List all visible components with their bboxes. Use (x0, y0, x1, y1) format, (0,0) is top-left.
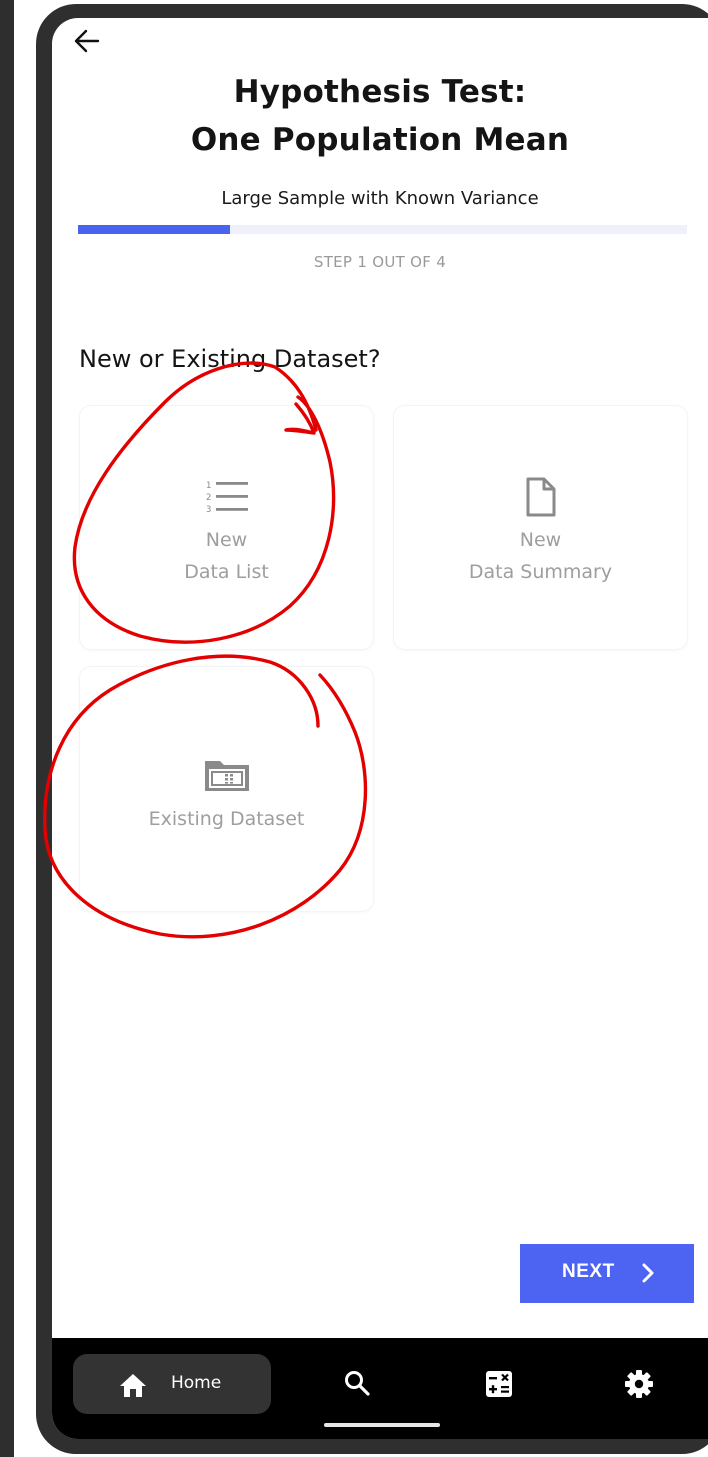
page-title-line-1: Hypothesis Test: (233, 74, 527, 110)
page-title-line-2: One Population Mean (190, 122, 570, 158)
gear-icon[interactable] (624, 1369, 654, 1403)
next-button[interactable]: NEXT (520, 1244, 694, 1303)
nav-item-home[interactable]: Home (73, 1354, 271, 1414)
home-indicator (324, 1423, 440, 1427)
search-icon[interactable] (344, 1370, 370, 1400)
app-screen: Hypothesis Test: One Population Mean Lar… (52, 18, 708, 1439)
progress-bar (78, 225, 687, 234)
option-label: Existing Dataset (148, 808, 305, 830)
background-gap (14, 0, 36, 1457)
adjacent-device-bezel (0, 0, 14, 1457)
option-card-new-data-list[interactable]: 1 2 3 New Data List (79, 405, 374, 650)
step-indicator: STEP 1 OUT OF 4 (313, 253, 447, 271)
calculator-icon[interactable] (485, 1370, 513, 1402)
svg-text:1: 1 (206, 481, 211, 491)
section-title: New or Existing Dataset? (79, 345, 381, 373)
svg-text:3: 3 (206, 505, 211, 515)
chevron-right-icon (641, 1262, 655, 1287)
option-card-existing-dataset[interactable]: Existing Dataset (79, 666, 374, 912)
progress-bar-fill (78, 225, 230, 234)
nav-item-home-label: Home (171, 1373, 222, 1393)
home-icon (118, 1372, 148, 1402)
numbered-list-icon: 1 2 3 (204, 478, 250, 520)
stage: Hypothesis Test: One Population Mean Lar… (0, 0, 708, 1457)
next-button-label: NEXT (562, 1261, 615, 1282)
back-arrow-icon[interactable] (72, 28, 102, 54)
bottom-navigation: Home (52, 1338, 708, 1439)
document-icon (525, 476, 557, 522)
svg-text:2: 2 (206, 493, 211, 503)
option-label-line-1: New (519, 529, 562, 551)
page-subtitle: Large Sample with Known Variance (221, 188, 539, 209)
folder-table-icon (203, 757, 251, 797)
option-label-line-2: Data List (184, 561, 269, 583)
option-label-line-2: Data Summary (468, 561, 613, 583)
option-card-new-data-summary[interactable]: New Data Summary (393, 405, 688, 650)
option-label-line-1: New (205, 529, 248, 551)
